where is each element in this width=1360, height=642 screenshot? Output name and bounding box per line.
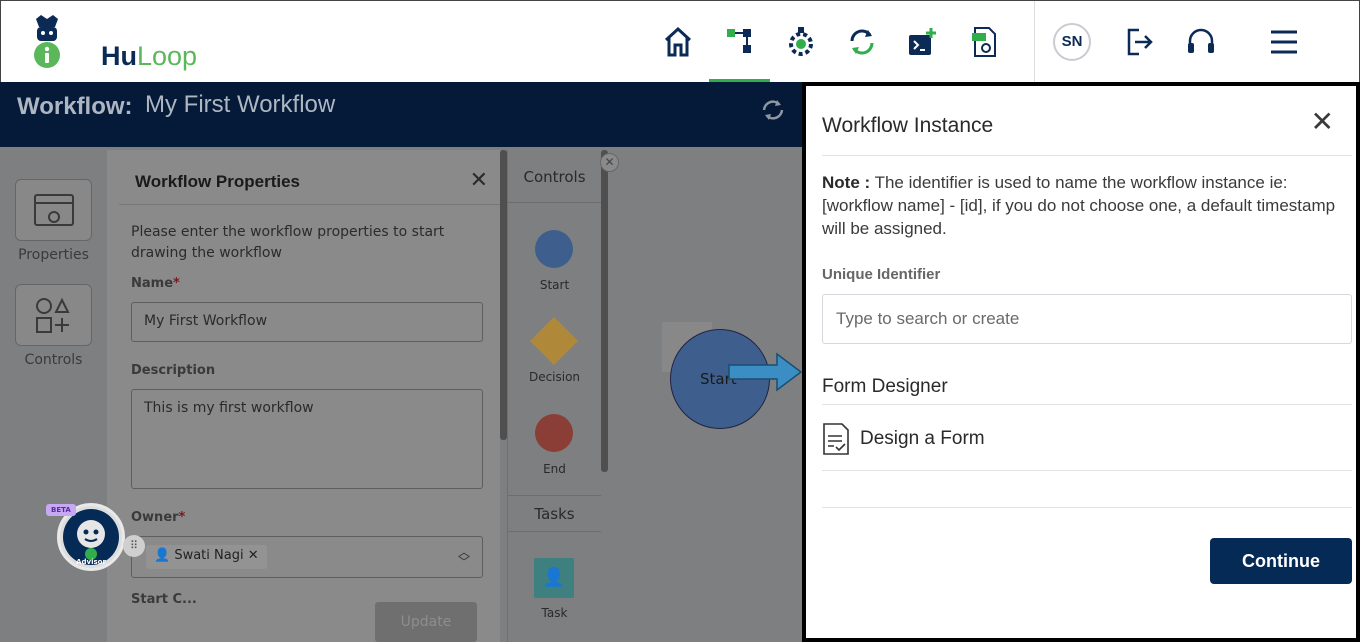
form-document-icon (823, 423, 849, 455)
description-field[interactable]: This is my first workflow (131, 389, 483, 489)
unique-identifier-label: Unique Identifier (822, 266, 941, 283)
top-navbar: HuLoop SN (0, 0, 1360, 83)
task-control-label: Task (541, 606, 568, 618)
required-marker: * (173, 276, 180, 291)
end-shape-icon[interactable] (533, 412, 575, 454)
controls-button[interactable] (15, 284, 92, 346)
brand-name: HuLoop (101, 41, 197, 72)
instance-note: Note : The identifier is used to name th… (822, 171, 1352, 240)
divider (822, 507, 1352, 508)
scrollbar[interactable] (601, 150, 608, 472)
close-icon[interactable]: ✕ (470, 168, 488, 193)
workflow-header: Workflow: My First Workflow (0, 82, 805, 147)
divider (822, 404, 1352, 405)
properties-title: Workflow Properties (135, 172, 300, 191)
remove-chip-icon[interactable]: ✕ (248, 548, 259, 563)
scrollbar[interactable] (500, 150, 507, 440)
brand-loop: Loop (137, 41, 198, 71)
name-field[interactable]: My First Workflow (131, 302, 483, 342)
owner-label: Owner* (131, 510, 185, 525)
bot-gear-icon[interactable] (785, 25, 817, 59)
terminal-plus-icon[interactable] (907, 25, 939, 59)
owner-label-text: Owner (131, 510, 179, 525)
advisor-label: Advisor (76, 558, 106, 566)
workflow-icon[interactable] (725, 25, 757, 59)
headset-icon[interactable] (1185, 25, 1217, 59)
chevron-updown-icon[interactable]: ︿ ﹀ (458, 546, 470, 568)
logout-icon[interactable] (1125, 25, 1157, 59)
properties-help-text: Please enter the workflow properties to … (131, 224, 445, 261)
start-shape-icon[interactable] (533, 228, 575, 270)
drag-handle-icon[interactable]: ⠿ (123, 535, 145, 557)
start-control-label: Start (539, 278, 570, 292)
modal-title: Workflow Instance (822, 114, 994, 137)
owner-select[interactable]: 👤 Swati Nagi ✕ ︿ ﹀ (131, 536, 483, 578)
nav-divider (1034, 1, 1035, 83)
user-icon: 👤 (154, 548, 171, 563)
controls-panel: Controls Start Decision End Tasks 👤 Task (507, 150, 601, 642)
controls-label: Controls (24, 352, 83, 368)
divider (508, 202, 601, 203)
owner-chip-label: Swati Nagi (174, 548, 244, 563)
tasks-title: Tasks (534, 505, 575, 523)
brand-hu: Hu (101, 41, 137, 71)
design-form-link[interactable]: Design a Form (822, 408, 1352, 474)
workflow-label: Workflow: (17, 93, 133, 120)
decision-shape-icon[interactable] (527, 314, 581, 368)
home-icon[interactable] (662, 25, 694, 59)
close-controls-icon[interactable]: ✕ (600, 153, 619, 172)
highlight-arrow-icon (728, 352, 803, 392)
task-shape-icon[interactable]: 👤 (534, 558, 574, 598)
divider (119, 204, 500, 205)
update-button[interactable]: Update (375, 602, 477, 642)
divider (822, 155, 1352, 156)
shapes-icon (36, 297, 70, 333)
owner-chip: 👤 Swati Nagi ✕ (146, 545, 267, 569)
description-label: Description (131, 363, 216, 378)
user-avatar[interactable]: SN (1053, 23, 1091, 61)
properties-label: Properties (18, 247, 89, 263)
refresh-icon[interactable] (760, 97, 786, 123)
end-control-label: End (543, 462, 566, 476)
next-field-label: Start C... (131, 592, 197, 604)
divider (822, 470, 1352, 471)
robot-logo-icon (34, 15, 60, 68)
unique-identifier-input[interactable] (822, 294, 1352, 344)
workflow-properties-panel: Workflow Properties ✕ Please enter the w… (107, 150, 500, 642)
properties-button[interactable] (15, 179, 92, 241)
note-label: Note : (822, 173, 871, 192)
decision-control-label: Decision (528, 370, 581, 384)
name-label: Name* (131, 276, 180, 291)
menu-icon[interactable] (1269, 25, 1301, 59)
close-icon[interactable]: ✕ (1311, 108, 1334, 136)
name-label-text: Name (131, 276, 174, 291)
design-form-label: Design a Form (860, 428, 985, 449)
form-designer-title: Form Designer (822, 376, 948, 397)
huloop-logo[interactable]: HuLoop (29, 13, 199, 71)
note-text: The identifier is used to name the workf… (822, 173, 1336, 238)
divider (508, 531, 601, 532)
controls-title: Controls (523, 168, 586, 186)
workflow-instance-modal: Workflow Instance ✕ Note : The identifie… (802, 82, 1360, 642)
workflow-name: My First Workflow (145, 91, 336, 118)
beta-badge: BETA (46, 504, 76, 516)
window-gear-icon (34, 194, 74, 226)
required-marker: * (178, 510, 186, 525)
pdf-settings-icon[interactable] (969, 25, 1001, 59)
continue-button[interactable]: Continue (1210, 538, 1352, 584)
divider (508, 495, 601, 496)
sync-icon[interactable] (846, 25, 878, 59)
